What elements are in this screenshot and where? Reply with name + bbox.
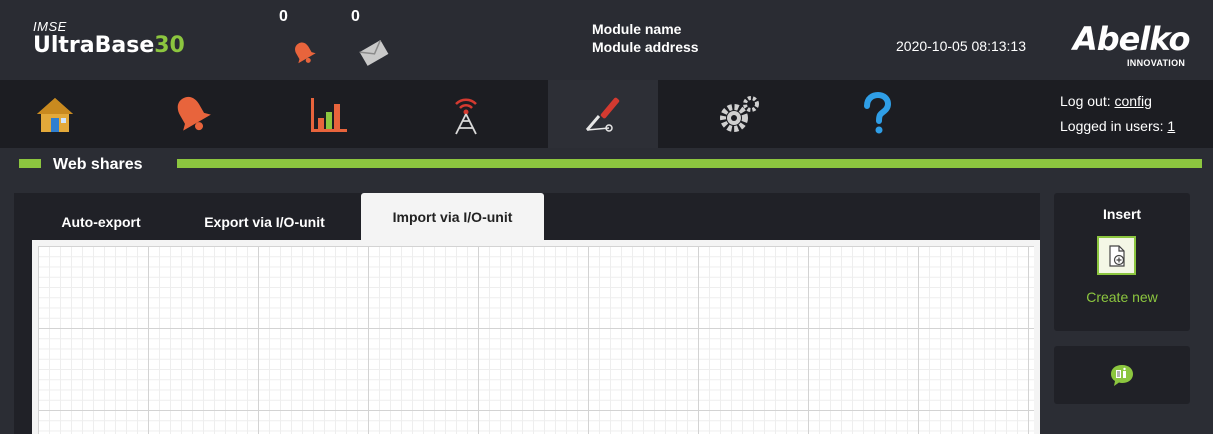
section-title: Web shares <box>53 156 143 173</box>
section-bar-left <box>19 159 41 168</box>
module-name: Module name <box>592 21 682 37</box>
nav-alarms[interactable] <box>137 80 247 148</box>
alarm-count: 0 <box>279 8 288 25</box>
new-document-icon <box>1108 244 1125 267</box>
logout-link[interactable]: config <box>1115 93 1152 109</box>
app-logo: IMSE UltraBase30 <box>33 20 185 59</box>
vendor-label: IMSE <box>33 19 67 34</box>
section-header: Web shares <box>0 150 1213 180</box>
logout-line: Log out: config <box>1060 93 1152 109</box>
nav-charts[interactable] <box>274 80 384 148</box>
tab-import-via-io-unit[interactable]: Import via I/O-unit <box>361 193 544 240</box>
settings-gears-icon <box>720 96 759 132</box>
help-icon <box>864 92 892 134</box>
nav-help[interactable] <box>822 80 932 148</box>
brand-name: Abelko <box>1073 20 1190 58</box>
design-canvas[interactable] <box>32 240 1040 434</box>
tab-export-via-io-unit[interactable]: Export via I/O-unit <box>174 202 355 242</box>
main-nav <box>0 80 1213 148</box>
message-count: 0 <box>351 8 360 25</box>
info-panel <box>1054 346 1190 404</box>
alarm-bell-icon <box>177 96 211 131</box>
brand-logo: Abelko INNOVATION <box>1073 20 1190 68</box>
product-name: UltraBase30 <box>33 33 185 58</box>
envelope-icon[interactable] <box>359 40 389 66</box>
insert-panel: Insert Create new <box>1054 193 1190 331</box>
logged-in-line: Logged in users: 1 <box>1060 118 1176 134</box>
alarm-bell-icon[interactable] <box>291 40 317 66</box>
insert-title: Insert <box>1102 206 1142 222</box>
module-info: Module name Module address <box>592 20 699 56</box>
auth-info: Log out: config Logged in users: 1 <box>1060 89 1175 139</box>
create-new-label[interactable]: Create new <box>1054 289 1190 305</box>
logged-in-users-link[interactable]: 1 <box>1167 118 1175 134</box>
section-bar-right <box>177 159 1202 168</box>
home-icon <box>37 98 73 132</box>
brand-sub: INNOVATION <box>1127 58 1186 68</box>
nav-home[interactable] <box>0 80 110 148</box>
create-new-button[interactable] <box>1097 236 1136 275</box>
module-address: Module address <box>592 39 699 55</box>
datetime: 2020-10-05 08:13:13 <box>896 38 1026 54</box>
tab-auto-export[interactable]: Auto-export <box>32 202 170 242</box>
bar-chart-icon <box>311 98 347 132</box>
nav-settings[interactable] <box>685 80 795 148</box>
nav-tools[interactable] <box>548 80 658 148</box>
nav-communication[interactable] <box>411 80 521 148</box>
header-bar: IMSE UltraBase30 0 0 Module name Module … <box>0 0 1213 80</box>
tools-icon <box>585 97 620 132</box>
antenna-icon <box>455 98 477 135</box>
info-bubble-icon[interactable] <box>1109 363 1135 387</box>
